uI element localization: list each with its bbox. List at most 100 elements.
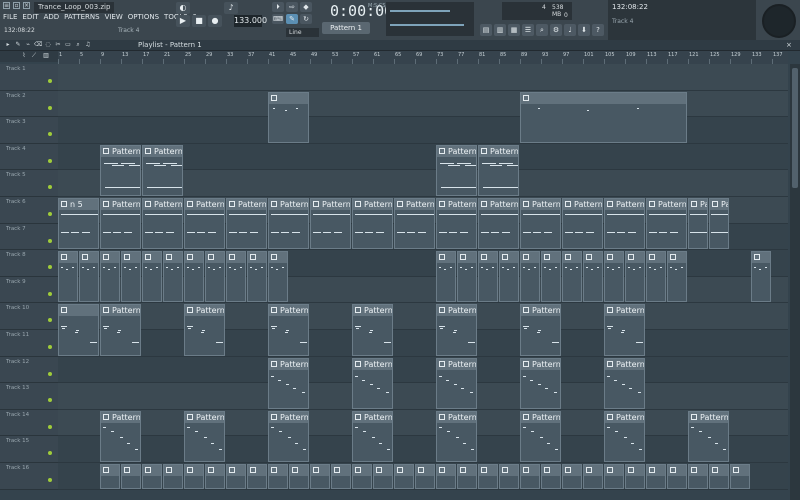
track-mute-led[interactable]	[48, 185, 52, 190]
clip-menu-icon[interactable]	[607, 360, 613, 367]
stretch-icon[interactable]: ⟋	[30, 52, 38, 60]
pattern-clip[interactable]	[226, 251, 246, 303]
clip-menu-icon[interactable]	[229, 254, 235, 261]
tempo-tap-icon[interactable]: ♩	[564, 24, 576, 36]
slice-tool-icon[interactable]: ✂	[54, 41, 62, 49]
clip-menu-icon[interactable]	[481, 201, 487, 207]
pattern-clip[interactable]	[436, 251, 456, 303]
clip-menu-icon[interactable]	[481, 147, 487, 154]
clip-menu-icon[interactable]	[145, 254, 151, 261]
typing-keyboard-icon[interactable]: ⌨	[272, 14, 284, 24]
track-header[interactable]: Track 16	[0, 463, 58, 490]
clip-menu-icon[interactable]	[355, 307, 361, 314]
pattern-clip[interactable]	[79, 251, 99, 303]
track-lane[interactable]	[58, 303, 788, 330]
clip-menu-icon[interactable]	[523, 467, 529, 473]
clip-menu-icon[interactable]	[523, 201, 529, 207]
track-lane[interactable]	[58, 383, 788, 410]
clip-menu-icon[interactable]	[61, 254, 67, 261]
pattern-clip[interactable]: Pattern 5	[352, 198, 393, 250]
pattern-picker-icon[interactable]: ▥	[42, 52, 50, 60]
pattern-clip[interactable]: Pattern 5	[142, 198, 183, 250]
pattern-clip[interactable]	[583, 251, 603, 303]
pattern-clip[interactable]: Pattern 2	[352, 357, 393, 409]
clip-menu-icon[interactable]	[271, 467, 277, 473]
pattern-clip[interactable]: Pattern 4	[142, 144, 183, 196]
clip-menu-icon[interactable]	[523, 360, 529, 367]
pattern-clip[interactable]	[226, 464, 246, 489]
clip-menu-icon[interactable]	[565, 467, 571, 473]
vertical-scrollbar[interactable]	[790, 64, 800, 500]
plugin-icon[interactable]: ⚙	[550, 24, 562, 36]
clip-menu-icon[interactable]	[271, 94, 277, 101]
pattern-clip[interactable]	[604, 464, 624, 489]
blend-icon[interactable]: ◆	[300, 2, 312, 12]
track-lane[interactable]	[58, 356, 788, 384]
pattern-clip[interactable]	[205, 251, 225, 303]
zoom-tool-icon[interactable]: ⌕	[74, 41, 82, 49]
pattern-clip[interactable]: Pattern 2	[436, 357, 477, 409]
track-mute-led[interactable]	[48, 478, 52, 482]
pattern-clip[interactable]: Pattern 5	[562, 198, 603, 250]
track-header[interactable]: Track 12	[0, 356, 58, 384]
pattern-clip[interactable]: Pattern 1	[436, 410, 477, 462]
pattern-clip[interactable]	[247, 251, 267, 303]
clip-menu-icon[interactable]	[61, 307, 67, 314]
clip-menu-icon[interactable]	[460, 467, 466, 473]
menu-edit[interactable]: EDIT	[22, 13, 38, 21]
pattern-clip[interactable]: Pattern 5	[100, 198, 141, 250]
pattern-clip[interactable]	[100, 464, 120, 489]
clip-menu-icon[interactable]	[439, 254, 445, 261]
clip-menu-icon[interactable]	[733, 467, 739, 473]
playlist-icon[interactable]: ▤	[480, 24, 492, 36]
track-header[interactable]: Track 13	[0, 383, 58, 410]
pattern-clip[interactable]	[478, 251, 498, 303]
window-menu-icon[interactable]: ≡	[3, 2, 10, 9]
clip-menu-icon[interactable]	[691, 201, 697, 207]
playlist-menu-icon[interactable]: ▸	[4, 41, 12, 49]
clip-menu-icon[interactable]	[439, 307, 445, 314]
track-header[interactable]: Track 2	[0, 90, 58, 118]
track-mute-led[interactable]	[48, 158, 52, 163]
clip-menu-icon[interactable]	[376, 467, 382, 473]
track-header[interactable]: Track 11	[0, 330, 58, 357]
pattern-clip[interactable]: Pattern 5	[394, 198, 435, 250]
clip-menu-icon[interactable]	[439, 201, 445, 207]
channel-rack-icon[interactable]: ▦	[508, 24, 520, 36]
pattern-clip[interactable]: Pattern 6	[268, 304, 309, 356]
track-mute-led[interactable]	[48, 212, 52, 216]
snap-icon[interactable]: ⌇	[20, 52, 28, 60]
pattern-clip[interactable]	[499, 251, 519, 303]
pattern-clip[interactable]: Pattern 6	[184, 304, 225, 356]
track-header[interactable]: Track 6	[0, 197, 58, 224]
pattern-clip[interactable]	[121, 251, 141, 303]
clip-menu-icon[interactable]	[439, 467, 445, 473]
clip-menu-icon[interactable]	[649, 254, 655, 261]
draw-tool-icon[interactable]: ✎	[14, 41, 22, 49]
clip-menu-icon[interactable]	[187, 413, 193, 420]
menu-add[interactable]: ADD	[44, 13, 60, 21]
pattern-clip[interactable]: Pa..5	[709, 198, 729, 250]
menu-view[interactable]: VIEW	[105, 13, 123, 21]
clip-menu-icon[interactable]	[355, 360, 361, 367]
tempo-display[interactable]: 133.000	[234, 15, 267, 27]
clip-menu-icon[interactable]	[691, 467, 697, 473]
playback-tool-icon[interactable]: ♫	[84, 41, 92, 49]
clip-menu-icon[interactable]	[691, 413, 697, 420]
master-knob[interactable]	[762, 4, 796, 38]
pattern-clip[interactable]: Pattern 2	[520, 357, 561, 409]
clip-menu-icon[interactable]	[124, 254, 130, 261]
snap-select[interactable]: Line	[286, 28, 319, 37]
pattern-clip[interactable]: Pattern 5	[646, 198, 687, 250]
clip-menu-icon[interactable]	[649, 467, 655, 473]
clip-menu-icon[interactable]	[187, 467, 193, 473]
pattern-clip[interactable]	[520, 251, 540, 303]
clip-menu-icon[interactable]	[229, 201, 235, 207]
clip-menu-icon[interactable]	[481, 467, 487, 473]
pattern-clip[interactable]	[268, 251, 288, 303]
clip-menu-icon[interactable]	[103, 413, 109, 420]
pattern-clip[interactable]: Pattern 2	[268, 357, 309, 409]
clip-menu-icon[interactable]	[397, 201, 403, 207]
pattern-clip[interactable]: n 5	[58, 198, 99, 250]
clip-menu-icon[interactable]	[355, 413, 361, 420]
